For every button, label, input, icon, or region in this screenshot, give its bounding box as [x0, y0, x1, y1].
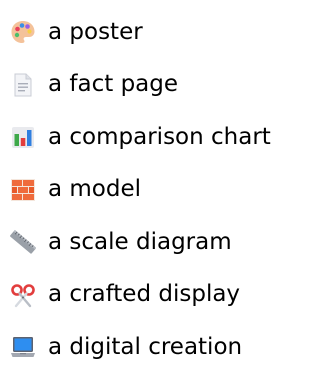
list-item-label: a digital creation — [48, 333, 243, 360]
ruler-icon — [10, 229, 36, 255]
brick-icon — [10, 177, 36, 203]
list-item-crafted-display: a crafted display — [10, 269, 320, 322]
list-item-model: a model — [10, 164, 320, 217]
list-item-digital-creation: a digital creation — [10, 321, 320, 374]
list-item-label: a comparison chart — [48, 123, 271, 150]
list-item-poster: a poster — [10, 6, 320, 59]
item-list: a poster a fact page a comparison chart — [10, 6, 320, 374]
list-item-fact-page: a fact page — [10, 59, 320, 112]
artist-palette-icon — [10, 19, 36, 45]
list-item-label: a crafted display — [48, 281, 241, 308]
list-item-label: a poster — [48, 18, 143, 45]
laptop-icon — [10, 334, 36, 360]
scissors-icon — [10, 282, 36, 308]
list-item-label: a fact page — [48, 71, 179, 98]
list-item-label: a model — [48, 176, 142, 203]
bar-chart-icon — [10, 124, 36, 150]
page-document-icon — [10, 72, 36, 98]
list-item-scale-diagram: a scale diagram — [10, 216, 320, 269]
list-item-label: a scale diagram — [48, 228, 232, 255]
list-item-comparison-chart: a comparison chart — [10, 111, 320, 164]
